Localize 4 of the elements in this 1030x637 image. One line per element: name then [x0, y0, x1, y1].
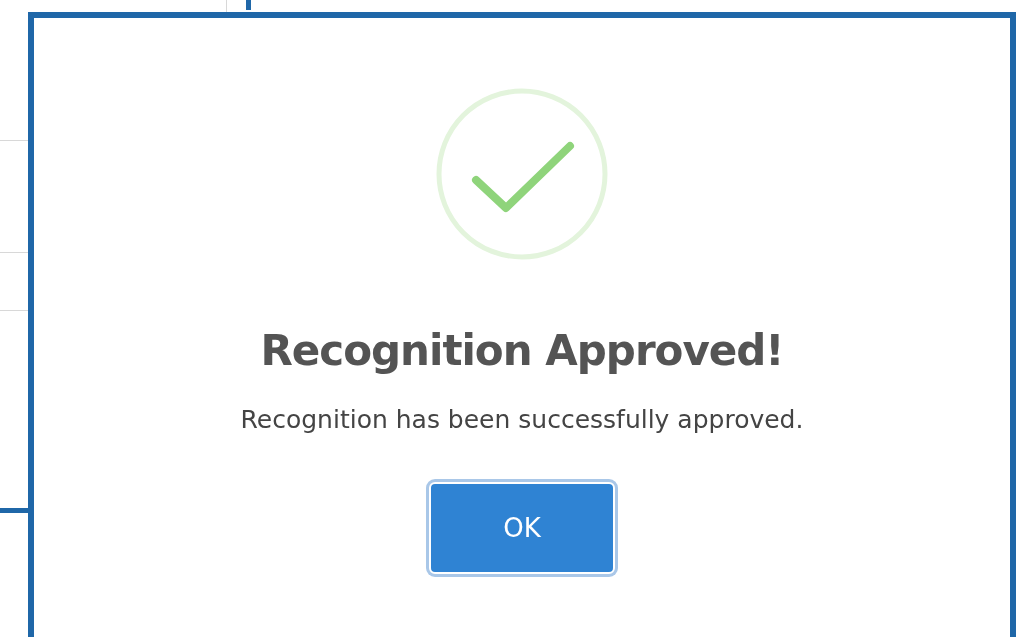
dialog-message: Recognition has been successfully approved.: [240, 405, 804, 434]
checkmark-icon: [436, 88, 608, 260]
dialog-title: Recognition Approved!: [260, 326, 784, 375]
ok-button[interactable]: OK: [429, 482, 615, 574]
